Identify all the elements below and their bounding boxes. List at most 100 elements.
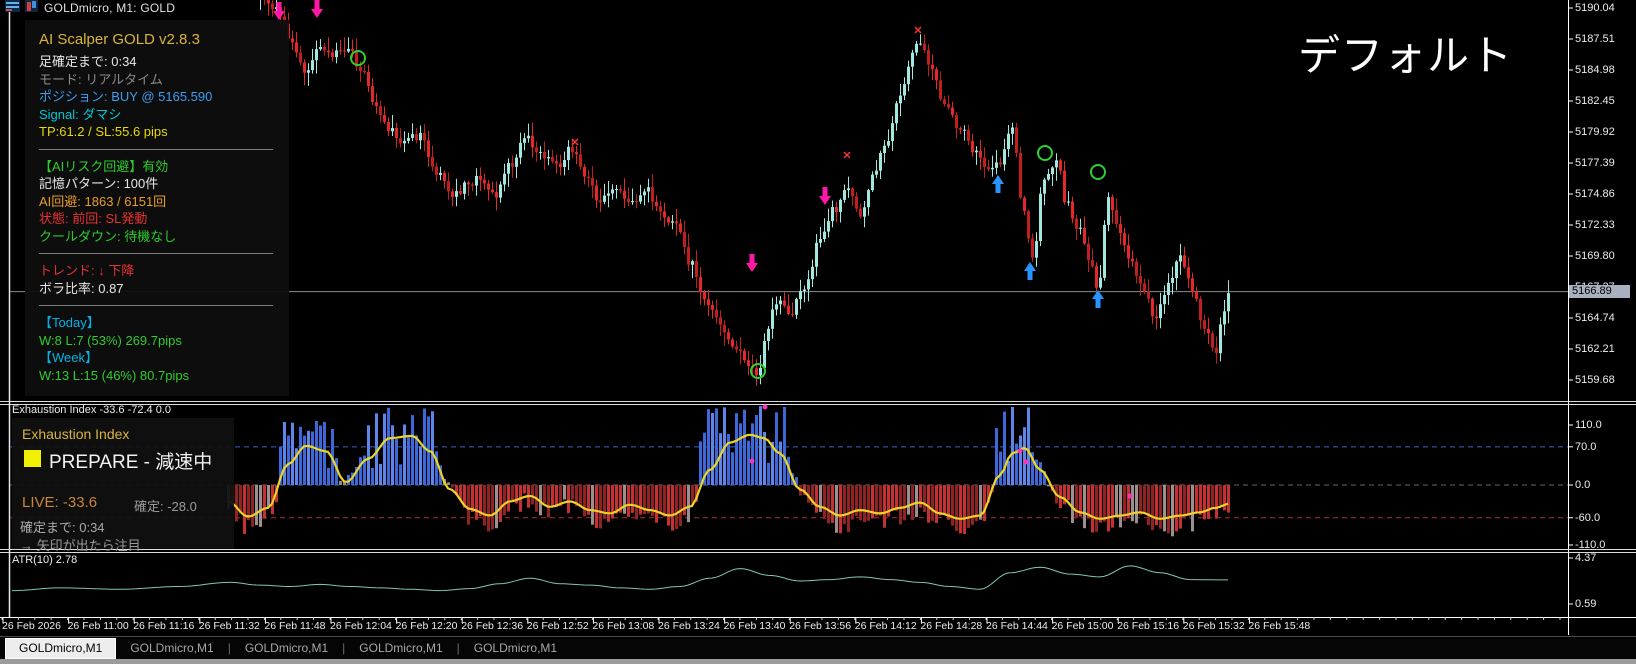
price-axis-label: 5172.33 (1575, 219, 1615, 231)
exhaustion-dot-icon (1128, 494, 1133, 499)
price-axis-label: 5164.74 (1575, 312, 1615, 324)
chart-tab[interactable]: GOLDmicro,M1 (345, 639, 456, 657)
exhaustion-axis-label: 70.0 (1575, 441, 1596, 453)
time-axis-label: 26 Feb 12:04 (330, 620, 392, 632)
ai-panel-line: AI回避: 1863 / 6151回 (39, 193, 275, 211)
chart-tab[interactable]: GOLDmicro,M1 (231, 639, 342, 657)
signal-circle-icon (1038, 146, 1052, 160)
exhaustion-axis-label: 0.0 (1575, 479, 1590, 491)
watermark-text: デフォルト (1298, 22, 1513, 83)
time-axis-label: 26 Feb 13:56 (789, 620, 851, 632)
exhaustion-panel-title: Exhaustion Index (22, 426, 129, 442)
time-axis-label: 26 Feb 11:00 (68, 620, 129, 632)
signal-circle-icon (1091, 165, 1105, 179)
atr-line (12, 566, 1228, 591)
sell-arrow-icon (311, 0, 323, 18)
hint-text: → 矢印が出たら注目 (20, 535, 141, 554)
window-resize-strip (0, 659, 1636, 664)
ai-scalper-panel: AI Scalper GOLD v2.8.3 足確定まで: 0:34モード: リア… (25, 20, 289, 396)
ai-panel-line: Signal: ダマシ (39, 106, 275, 124)
sell-arrow-icon (819, 187, 831, 205)
exhaustion-dot-icon (1018, 449, 1023, 454)
price-axis-label: 5177.39 (1575, 157, 1615, 169)
ai-panel-line: 【Today】 (39, 314, 275, 332)
exhaustion-axis-label: 110.0 (1575, 419, 1602, 431)
ai-panel-line: 記憶パターン: 100件 (39, 175, 275, 193)
prepare-status-text: PREPARE - 減速中 (49, 447, 212, 474)
status-square-icon (24, 450, 41, 467)
indicator-list-icon[interactable] (5, 0, 20, 17)
panel-divider (39, 149, 273, 150)
loss-x-icon: ✕ (570, 137, 579, 149)
atr-axis-label: 0.59 (1575, 598, 1596, 610)
atr-indicator-label: ATR(10) 2.78 (12, 554, 77, 566)
loss-x-icon: ✕ (842, 150, 851, 162)
time-axis-label: 26 Feb 12:36 (461, 620, 523, 632)
panel-divider (39, 305, 273, 306)
price-axis-label: 5182.45 (1575, 95, 1615, 107)
exhaustion-status-panel: Exhaustion Index PREPARE - 減速中 LIVE: -33… (12, 418, 234, 549)
sell-arrow-icon (746, 254, 758, 272)
ai-panel-line: 【Week】 (39, 349, 275, 367)
time-axis-label: 26 Feb 12:52 (527, 620, 589, 632)
ai-panel-line: トレンド: ↓ 下降 (39, 262, 275, 280)
ai-panel-line: ポジション: BUY @ 5165.590 (39, 88, 275, 106)
price-axis-label: 5169.80 (1575, 250, 1615, 262)
price-axis-label: 5184.98 (1575, 64, 1615, 76)
time-axis-label: 26 Feb 15:16 (1117, 620, 1179, 632)
time-axis-label: 26 Feb 13:24 (658, 620, 720, 632)
ai-panel-line: モード: リアルタイム (39, 71, 275, 89)
exhaustion-dot-icon (1024, 460, 1029, 465)
chart-titlebar: GOLDmicro, M1: GOLD (0, 0, 175, 16)
price-axis-label: 5162.21 (1575, 343, 1615, 355)
buy-arrow-icon (1024, 262, 1036, 280)
ai-panel-line: クールダウン: 待機なし (39, 228, 275, 246)
atr-axis-label: 4.37 (1575, 552, 1596, 564)
mt4-chart-window: ✕ ✕ ✕ GOLDmicro, M1: GOLD デフォルト AI Scalper… (0, 0, 1636, 664)
loss-x-icon: ✕ (913, 25, 922, 37)
ai-panel-line: 【AIリスク回避】有効 (39, 158, 275, 176)
price-axis-label: 5190.04 (1575, 2, 1615, 14)
chart-tab-bar: GOLDmicro,M1GOLDmicro,M1|GOLDmicro,M1|GO… (0, 637, 1636, 659)
time-axis-label: 26 Feb 15:48 (1248, 620, 1310, 632)
current-price-box: 5166.89 (1569, 285, 1630, 298)
exhaustion-indicator-header: Exhaustion Index -33.6 -72.4 0.0 (12, 404, 171, 416)
time-axis-label: 26 Feb 11:48 (264, 620, 325, 632)
time-axis-label: 26 Feb 11:32 (199, 620, 260, 632)
exhaustion-axis-label: -110.0 (1575, 539, 1605, 551)
time-axis-label: 26 Feb 14:28 (920, 620, 982, 632)
time-axis-label: 26 Feb 2026 (2, 620, 61, 632)
time-axis-label: 26 Feb 14:44 (986, 620, 1048, 632)
chart-window-icon[interactable] (25, 0, 38, 17)
buy-arrow-icon (992, 175, 1004, 193)
ai-panel-line: 状態: 前回: SL発動 (39, 210, 275, 228)
panel-divider (39, 253, 273, 254)
ai-panel-line: W:8 L:7 (53%) 269.7pips (39, 332, 275, 350)
time-axis-label: 26 Feb 13:40 (724, 620, 786, 632)
ai-panel-line: ボラ比率: 0.87 (39, 280, 275, 298)
time-axis-label: 26 Feb 13:08 (592, 620, 654, 632)
chart-tab[interactable]: GOLDmicro,M1 (5, 638, 116, 659)
ai-panel-line: 足確定まで: 0:34 (39, 53, 275, 71)
ai-panel-line: TP:61.2 / SL:55.6 pips (39, 123, 275, 141)
ai-panel-line: AI Scalper GOLD v2.8.3 (39, 29, 275, 50)
buy-arrow-icon (1092, 290, 1104, 308)
exhaustion-dot-icon (750, 459, 755, 464)
fixed-value: 確定: -28.0 (134, 496, 197, 515)
price-axis-label: 5187.51 (1575, 33, 1615, 45)
time-axis-label: 26 Feb 15:00 (1052, 620, 1114, 632)
time-axis-label: 26 Feb 12:20 (396, 620, 458, 632)
chart-title: GOLDmicro, M1: GOLD (44, 1, 175, 15)
time-axis-label: 26 Feb 14:12 (855, 620, 917, 632)
exhaustion-axis-label: -60.0 (1575, 512, 1600, 524)
candles (239, 0, 1230, 386)
time-axis-label: 26 Feb 11:16 (133, 620, 194, 632)
exhaustion-dot-icon (763, 405, 768, 410)
price-axis-label: 5179.92 (1575, 126, 1615, 138)
countdown-text: 確定まで: 0:34 (20, 517, 105, 536)
exhaustion-bars (227, 406, 1230, 536)
ai-panel-line: W:13 L:15 (46%) 80.7pips (39, 367, 275, 385)
chart-tab[interactable]: GOLDmicro,M1 (460, 639, 571, 657)
chart-tab[interactable]: GOLDmicro,M1 (116, 639, 227, 657)
time-axis-label: 26 Feb 15:32 (1183, 620, 1245, 632)
